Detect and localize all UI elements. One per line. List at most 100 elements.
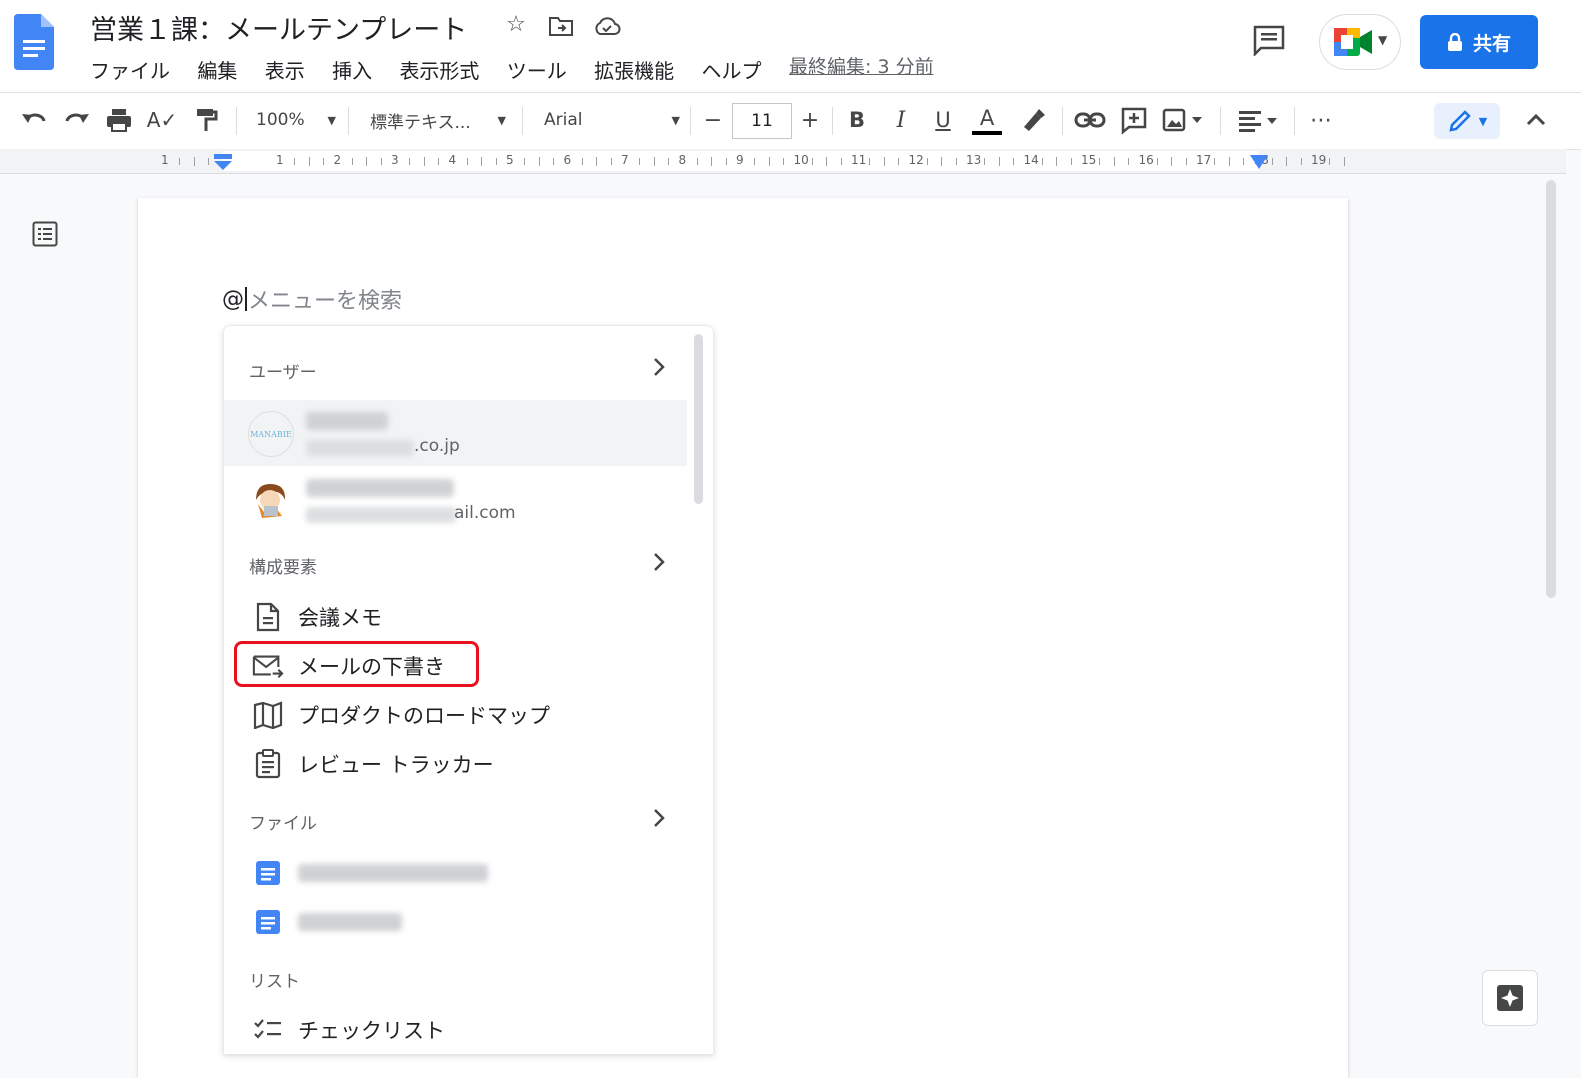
redacted-email [306,507,456,523]
ruler-label: 5 [506,153,514,167]
collapse-icon[interactable] [1522,105,1550,135]
add-comment-icon[interactable] [1120,105,1148,135]
menu-view[interactable]: 表示 [265,59,305,83]
redo-icon[interactable] [63,105,91,135]
menu-edit[interactable]: 編集 [197,59,237,83]
ruler-tick [1042,158,1043,165]
component-meeting-notes[interactable]: 会議メモ [252,597,382,637]
document-title[interactable]: 営業１課：メールテンプレート [90,8,467,47]
share-label: 共有 [1472,32,1511,55]
highlight-pen-icon[interactable] [1018,105,1046,135]
file-item[interactable] [252,853,488,893]
meet-caret-icon: ▼ [1378,33,1388,47]
mention-search-placeholder: メニューを検索 [248,289,403,314]
file-item[interactable] [252,902,402,942]
meet-button[interactable]: ▼ [1319,14,1401,70]
redacted-email [306,440,414,456]
more-options-button[interactable]: ⋯ [1306,105,1336,135]
ruler-tick [323,158,324,165]
comments-icon[interactable] [1252,24,1286,56]
ruler-label: 9 [736,153,744,167]
underline-button[interactable]: U [930,105,956,135]
cloud-status-icon[interactable] [593,15,621,37]
bold-button[interactable]: B [844,105,870,135]
ruler-tick [769,157,770,166]
print-icon[interactable] [105,105,133,135]
ruler-tick [984,158,985,165]
right-indent-marker-icon[interactable] [1250,155,1268,169]
ruler-label: 6 [563,153,572,167]
component-review-tracker[interactable]: レビュー トラッカー [252,744,494,784]
chevron-right-icon[interactable] [648,807,670,829]
chevron-right-icon[interactable] [648,356,670,378]
ruler-tick [1229,157,1230,166]
decrease-font-size-button[interactable]: − [700,105,726,135]
ruler-tick [783,158,784,165]
ruler-tick [294,158,295,165]
explore-button[interactable] [1482,970,1538,1026]
ruler-tick [309,157,310,166]
move-to-folder-icon[interactable] [548,15,574,37]
ruler-tick [1186,158,1187,165]
font-size-input[interactable]: 11 [732,103,792,139]
ruler-tick [1243,158,1244,165]
ruler-tick [208,158,209,165]
ruler-tick [481,157,482,166]
user-item[interactable]: MANABIE .co.jp [224,400,687,466]
ruler-tick [179,158,180,165]
ruler-tick [1171,157,1172,166]
mention-menu-scrollbar[interactable] [694,334,703,504]
italic-button[interactable]: I [888,105,914,135]
ruler-tick [884,157,885,166]
spellcheck-icon[interactable]: A✓ [147,105,177,135]
indent-marker-icon[interactable] [213,154,233,170]
star-icon[interactable]: ☆ [502,12,530,37]
undo-icon[interactable] [20,105,48,135]
component-label: 会議メモ [298,606,382,630]
redacted-user-name [306,479,454,497]
chevron-right-icon[interactable] [648,551,670,573]
menu-extensions[interactable]: 拡張機能 [594,59,674,83]
image-icon[interactable] [1162,105,1204,135]
lock-icon [1447,33,1462,51]
mention-search-input[interactable]: @ メニューを検索 [222,283,402,315]
menu-tools[interactable]: ツール [507,59,567,83]
menu-help[interactable]: ヘルプ [702,59,762,83]
ruler-label: 2 [333,153,342,167]
ruler-tick [1071,158,1072,165]
ruler-label: 12 [908,153,924,167]
text-color-button[interactable]: A [972,105,1002,135]
document-scrollbar[interactable] [1546,180,1556,598]
menu-format[interactable]: 表示形式 [399,59,479,83]
ruler-label: 3 [391,153,399,167]
map-icon [253,701,283,729]
outline-icon[interactable] [32,221,58,247]
list-checklist[interactable]: チェックリスト [252,1010,445,1050]
toolbar: A✓ 100% ▼ 標準テキス... ▼ Arial ▼ − 11 + B I U A… [0,92,1581,150]
component-product-roadmap[interactable]: プロダクトのロードマップ [252,695,550,735]
header: 営業１課：メールテンプレート ☆ ファイル 編集 表示 挿入 表示形式 ツール … [0,0,1581,92]
paragraph-style-select[interactable]: 標準テキス... ▼ [370,105,506,135]
menu-file[interactable]: ファイル [90,59,170,83]
align-icon[interactable] [1236,105,1282,135]
increase-font-size-button[interactable]: + [797,105,823,135]
ruler-tick [711,157,712,166]
zoom-select[interactable]: 100% ▼ [256,105,336,135]
menu-insert[interactable]: 挿入 [332,59,372,83]
link-icon[interactable] [1074,105,1106,135]
last-edit-link[interactable]: 最終編集: 3 分前 [789,52,934,79]
user-item[interactable]: ail.com [224,467,687,533]
redacted-file-name [298,864,488,882]
font-select[interactable]: Arial ▼ [544,105,680,135]
share-button[interactable]: 共有 [1420,15,1538,69]
ruler-tick [539,157,540,166]
ruler-label: 17 [1196,153,1212,167]
chevron-down-icon: ▼ [1478,114,1488,128]
docs-logo-icon[interactable] [14,14,54,70]
zoom-value: 100% [256,110,305,130]
ruler-tick [553,158,554,165]
paint-format-icon[interactable] [192,105,220,135]
ruler-label: 7 [621,153,629,167]
editing-mode-button[interactable]: ▼ [1434,103,1500,139]
user-email-domain: ail.com [454,503,516,523]
